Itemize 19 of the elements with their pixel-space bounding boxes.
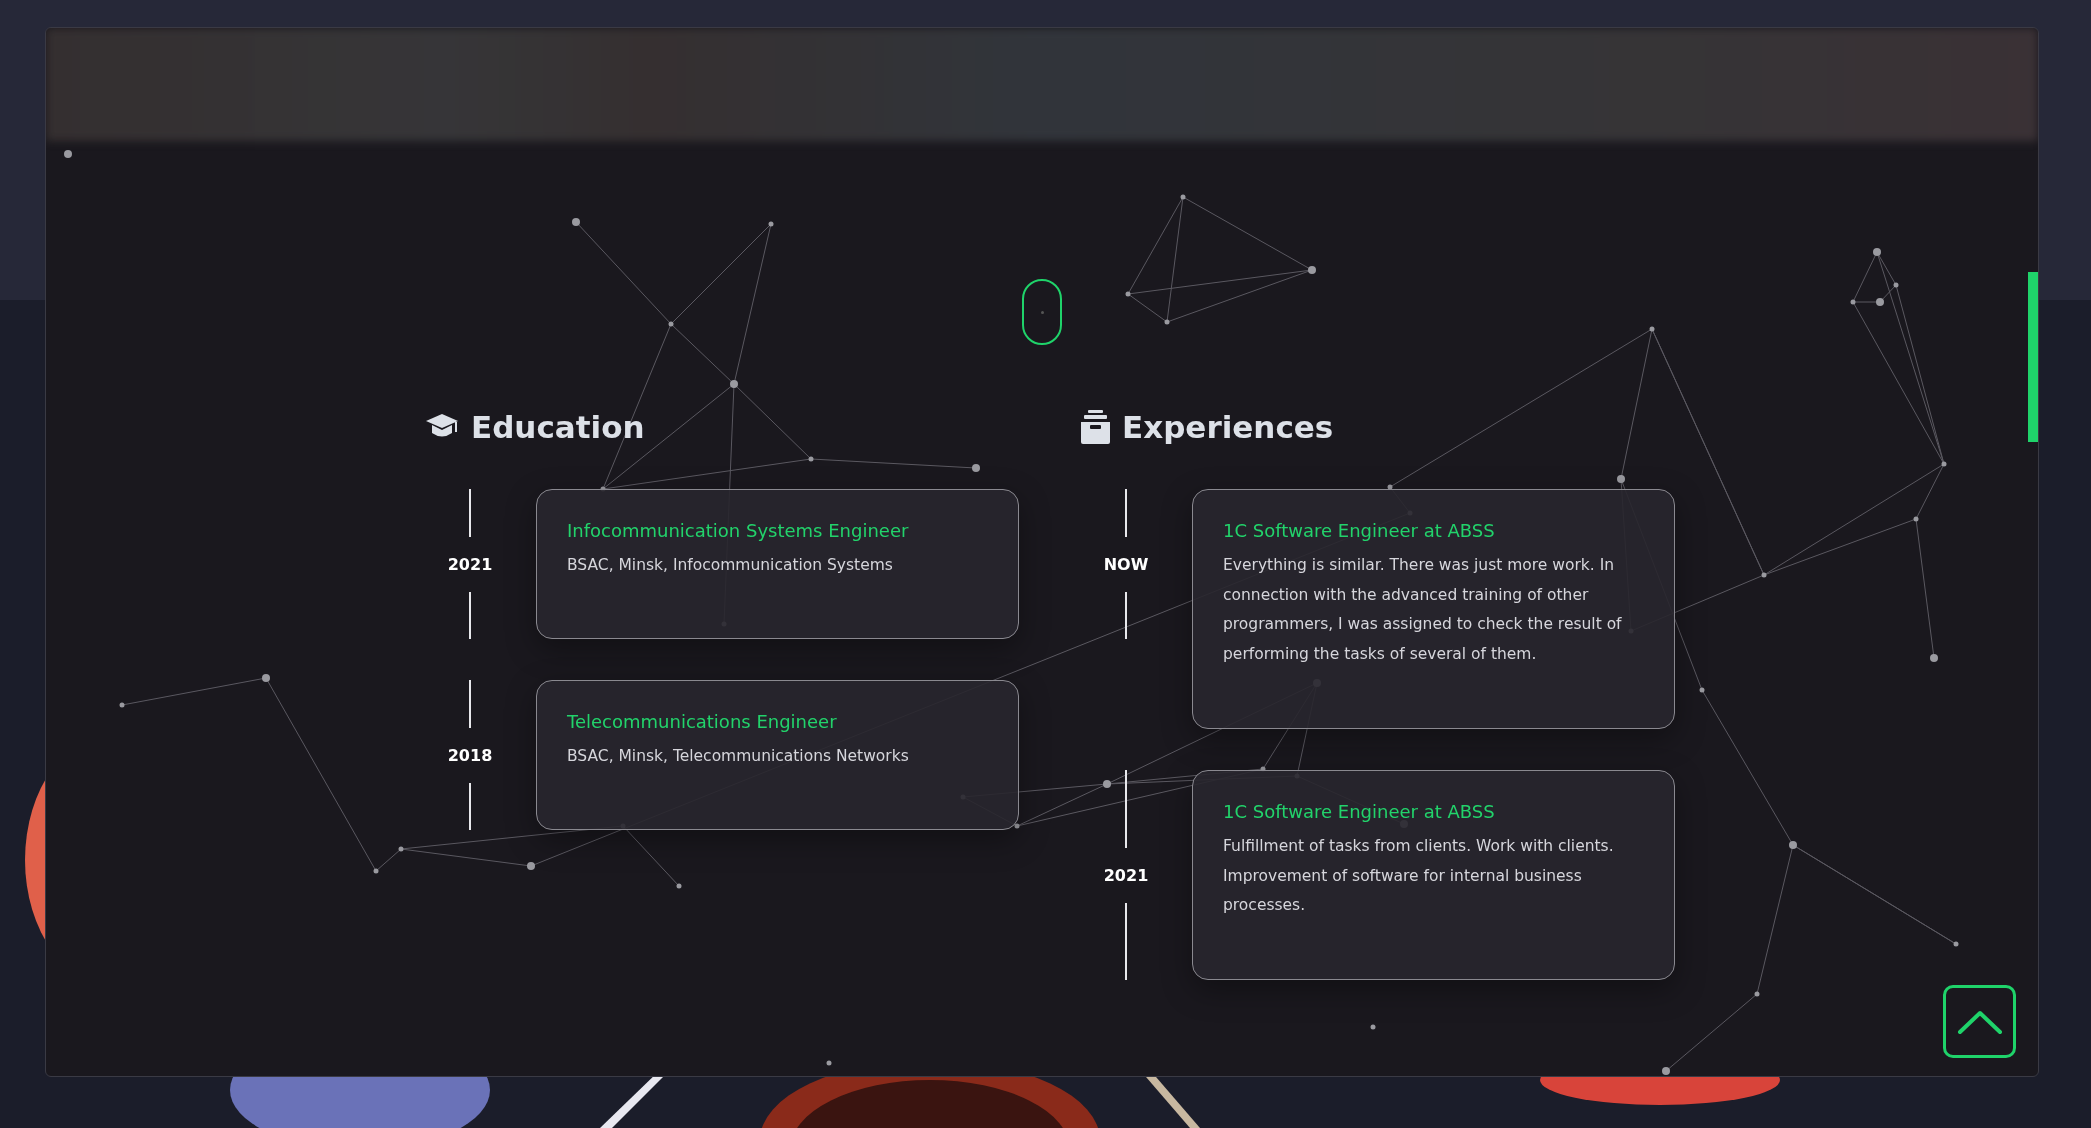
section-heading: Education bbox=[471, 409, 645, 445]
timeline-date: 2021 bbox=[447, 554, 493, 574]
card-description: BSAC, Minsk, Infocommunication Systems bbox=[567, 555, 894, 576]
card-description: BSAC, Minsk, Telecommunications Networks bbox=[567, 746, 910, 767]
card-title: 1C Software Engineer at ABSS bbox=[1223, 801, 1496, 822]
timeline-date: 2018 bbox=[447, 745, 493, 765]
card-title: Infocommunication Systems Engineer bbox=[567, 520, 910, 541]
scrollbar-thumb[interactable] bbox=[2028, 272, 2038, 442]
timeline-date: 2021 bbox=[1103, 865, 1149, 885]
archive-box-icon bbox=[1081, 410, 1110, 444]
scroll-to-top-button[interactable] bbox=[1943, 985, 2016, 1058]
timeline-date: NOW bbox=[1103, 554, 1149, 574]
section-heading: Experiences bbox=[1122, 409, 1334, 445]
scroll-mouse-icon bbox=[1022, 279, 1062, 345]
card-title: Telecommunications Engineer bbox=[567, 711, 838, 732]
card-title: 1C Software Engineer at ABSS bbox=[1223, 520, 1496, 541]
chevron-up-icon bbox=[1956, 1008, 2003, 1035]
card-description: Fulfillment of tasks from clients. Work with clients. Improvement of software for internal business processes. bbox=[1223, 836, 1615, 916]
card-description: Everything is similar. There was just more work. In connection with the advanced training of other programmers, I was assigned to check the result of performing the tasks of several of them. bbox=[1223, 555, 1623, 665]
